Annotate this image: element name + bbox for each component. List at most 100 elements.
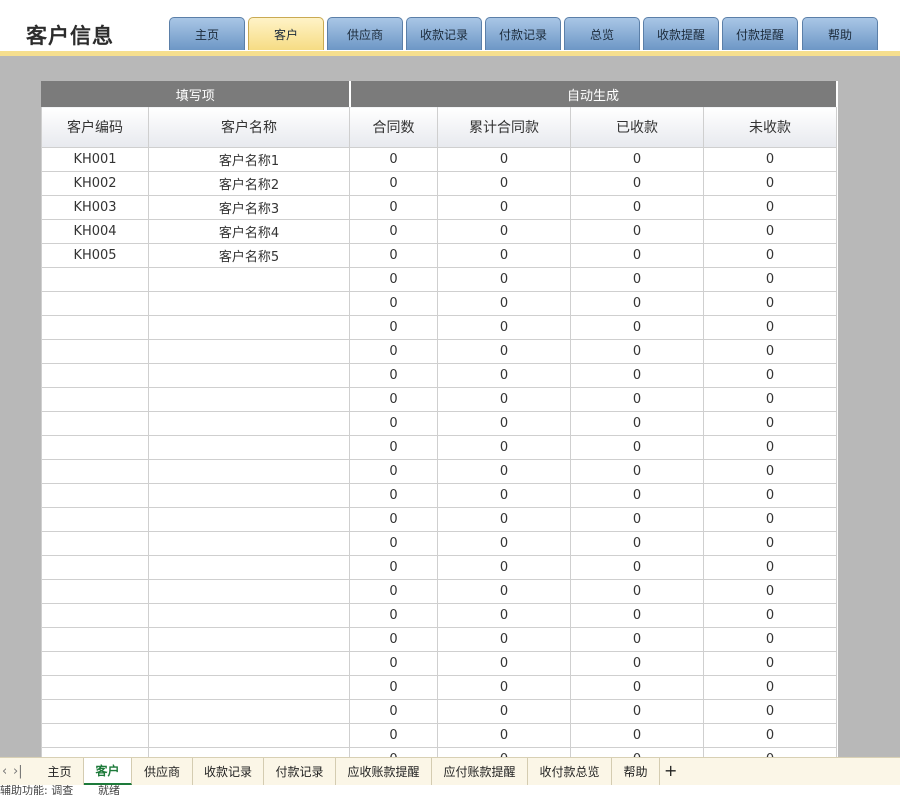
table-cell[interactable] — [147, 627, 351, 652]
table-cell[interactable] — [41, 627, 149, 652]
table-cell[interactable]: 0 — [703, 339, 838, 364]
table-cell[interactable]: 0 — [703, 651, 838, 676]
table-cell[interactable]: 0 — [437, 627, 572, 652]
sheet-tab-2[interactable]: 供应商 — [132, 758, 193, 785]
table-cell[interactable]: 0 — [703, 219, 838, 244]
table-cell[interactable]: 0 — [703, 291, 838, 316]
table-cell[interactable]: 0 — [349, 291, 439, 316]
table-cell[interactable]: 0 — [437, 675, 572, 700]
table-cell[interactable]: 0 — [349, 387, 439, 412]
add-sheet-icon[interactable]: + — [664, 761, 677, 780]
table-cell[interactable] — [41, 531, 149, 556]
table-cell[interactable]: 0 — [437, 267, 572, 292]
nav-button-2[interactable]: 供应商 — [327, 17, 403, 50]
table-cell[interactable] — [41, 675, 149, 700]
table-cell[interactable]: 0 — [703, 531, 838, 556]
table-cell[interactable] — [147, 579, 351, 604]
table-cell[interactable] — [147, 675, 351, 700]
nav-button-7[interactable]: 付款提醒 — [722, 17, 798, 50]
table-cell[interactable] — [41, 555, 149, 580]
table-cell[interactable]: 0 — [437, 435, 572, 460]
table-cell[interactable] — [147, 411, 351, 436]
table-cell[interactable]: 0 — [703, 387, 838, 412]
table-cell[interactable] — [147, 651, 351, 676]
table-cell[interactable]: 0 — [437, 579, 572, 604]
table-cell[interactable]: 0 — [703, 435, 838, 460]
table-cell[interactable]: 0 — [437, 387, 572, 412]
table-cell[interactable]: 0 — [349, 603, 439, 628]
table-cell[interactable]: 0 — [703, 579, 838, 604]
sheet-tab-6[interactable]: 应付账款提醒 — [432, 758, 528, 785]
table-cell[interactable]: 0 — [703, 195, 838, 220]
table-cell[interactable]: 0 — [349, 243, 439, 268]
table-cell[interactable]: 0 — [437, 699, 572, 724]
column-header-code[interactable]: 客户编码 — [41, 106, 149, 148]
table-cell[interactable]: 0 — [570, 291, 705, 316]
table-cell[interactable]: 0 — [570, 507, 705, 532]
table-cell[interactable]: 0 — [349, 483, 439, 508]
table-cell[interactable]: 0 — [570, 219, 705, 244]
table-cell[interactable] — [41, 483, 149, 508]
table-cell[interactable]: 0 — [570, 363, 705, 388]
table-cell[interactable]: 0 — [437, 603, 572, 628]
table-cell[interactable]: 0 — [570, 171, 705, 196]
table-cell[interactable]: 0 — [703, 603, 838, 628]
table-cell[interactable]: 0 — [437, 291, 572, 316]
table-cell[interactable]: 0 — [349, 699, 439, 724]
table-cell[interactable]: 0 — [349, 435, 439, 460]
nav-button-3[interactable]: 收款记录 — [406, 17, 482, 50]
status-accessibility[interactable]: 辅助功能: 调查 — [0, 785, 73, 795]
table-cell[interactable]: 0 — [349, 723, 439, 748]
table-cell[interactable]: 0 — [349, 531, 439, 556]
column-header-contract-count[interactable]: 合同数 — [349, 106, 439, 148]
table-cell[interactable]: 0 — [703, 699, 838, 724]
table-cell[interactable]: 0 — [703, 555, 838, 580]
table-cell[interactable] — [147, 723, 351, 748]
table-cell[interactable]: 0 — [437, 315, 572, 340]
table-cell[interactable] — [147, 315, 351, 340]
table-cell[interactable]: 0 — [703, 363, 838, 388]
table-cell[interactable]: 0 — [570, 315, 705, 340]
sheet-tab-7[interactable]: 收付款总览 — [528, 758, 612, 785]
table-cell[interactable]: 0 — [349, 555, 439, 580]
table-cell[interactable]: 0 — [703, 147, 838, 172]
table-cell[interactable]: 0 — [437, 339, 572, 364]
table-cell[interactable]: 0 — [570, 723, 705, 748]
table-cell[interactable] — [41, 315, 149, 340]
table-cell[interactable]: 0 — [437, 651, 572, 676]
table-cell[interactable]: 0 — [349, 627, 439, 652]
table-cell[interactable] — [147, 555, 351, 580]
table-cell[interactable]: 0 — [349, 579, 439, 604]
table-cell[interactable]: 0 — [570, 459, 705, 484]
table-cell[interactable]: 0 — [703, 627, 838, 652]
sheet-tab-1[interactable]: 客户 — [84, 758, 132, 785]
table-cell[interactable] — [147, 339, 351, 364]
table-cell[interactable]: 客户名称2 — [147, 171, 351, 196]
table-cell[interactable]: KH001 — [41, 147, 149, 172]
table-cell[interactable]: 0 — [703, 483, 838, 508]
table-cell[interactable]: 0 — [570, 195, 705, 220]
table-cell[interactable] — [41, 339, 149, 364]
table-cell[interactable]: 0 — [437, 219, 572, 244]
table-cell[interactable]: 0 — [570, 627, 705, 652]
sheet-tab-4[interactable]: 付款记录 — [264, 758, 336, 785]
table-cell[interactable]: 客户名称1 — [147, 147, 351, 172]
column-header-outstanding[interactable]: 未收款 — [703, 106, 838, 148]
table-cell[interactable]: 0 — [703, 675, 838, 700]
column-header-contract-total[interactable]: 累计合同款 — [437, 106, 572, 148]
table-cell[interactable] — [41, 603, 149, 628]
table-cell[interactable]: 0 — [349, 339, 439, 364]
table-cell[interactable] — [147, 699, 351, 724]
table-cell[interactable]: 0 — [570, 651, 705, 676]
table-cell[interactable]: 0 — [570, 387, 705, 412]
table-cell[interactable]: 0 — [570, 483, 705, 508]
table-cell[interactable]: 0 — [570, 267, 705, 292]
table-cell[interactable] — [41, 291, 149, 316]
sheet-next-icon[interactable]: ›| — [13, 764, 23, 779]
table-cell[interactable] — [147, 435, 351, 460]
table-cell[interactable]: 0 — [437, 723, 572, 748]
table-cell[interactable]: 0 — [570, 411, 705, 436]
table-cell[interactable] — [147, 603, 351, 628]
sheet-tab-8[interactable]: 帮助 — [612, 758, 660, 785]
table-cell[interactable]: 客户名称3 — [147, 195, 351, 220]
